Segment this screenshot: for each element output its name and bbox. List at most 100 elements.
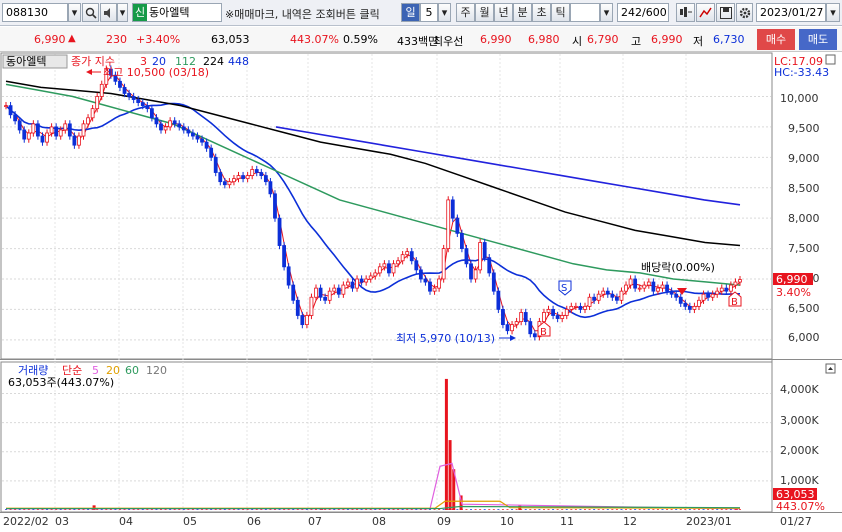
save-button[interactable] <box>716 3 735 22</box>
tab-minute[interactable]: 분 <box>513 3 532 22</box>
candle-body <box>200 138 204 143</box>
candle-body <box>687 305 692 310</box>
code-dropdown-button[interactable]: ▾ <box>68 3 81 22</box>
date-dropdown-button[interactable]: ▾ <box>826 3 840 22</box>
new-listing-badge: 신 <box>133 4 147 21</box>
speaker-dropdown-button[interactable]: ▾ <box>117 3 128 22</box>
low-price: 6,730 <box>713 33 745 46</box>
count-value: 242 <box>621 6 642 19</box>
candle-body <box>619 290 624 301</box>
volume-bar <box>684 509 687 510</box>
toolbar: 088130 ▾ ▾ 신 동아엘텍 ※매매마크, 내역은 조회버튼 클릭 일 5 … <box>0 0 842 26</box>
volume-bar <box>611 509 614 510</box>
candle-body <box>646 281 651 286</box>
candle-body <box>195 135 200 140</box>
up-arrow-icon: ▲ <box>68 33 76 44</box>
volume-bar <box>656 509 659 510</box>
candle-body <box>656 287 660 292</box>
candle-body <box>58 129 63 137</box>
candle-body <box>728 284 733 292</box>
speaker-button[interactable] <box>100 3 117 22</box>
volume-bar <box>497 509 500 510</box>
x-tick: 10 <box>500 515 514 528</box>
compare-button[interactable] <box>696 3 715 22</box>
candle-body <box>697 299 701 307</box>
tab-second[interactable]: 초 <box>532 3 551 22</box>
candle-body <box>532 333 537 338</box>
tick-range-dropdown-button[interactable]: ▾ <box>600 3 613 22</box>
volume-bar <box>456 509 459 510</box>
candle-body <box>122 86 127 94</box>
tab-year[interactable]: 년 <box>494 3 513 22</box>
stock-name-field[interactable]: 신 동아엘텍 <box>132 3 222 22</box>
date-input[interactable]: 2023/01/27 <box>756 3 826 22</box>
high-annotation: 최고 10,500 (03/18) <box>86 66 209 79</box>
candle-body <box>250 169 255 176</box>
volume-bar <box>547 509 550 510</box>
price-panel-menu-button[interactable] <box>825 54 836 65</box>
crosshair-button[interactable] <box>676 3 695 22</box>
volume-bar <box>638 509 641 510</box>
hc-label: HC:-33.43 <box>774 66 829 79</box>
candle-body <box>13 114 18 122</box>
chart-canvas[interactable]: 10,000 9,500 9,000 8,500 8,000 7,500 7,0… <box>0 52 842 529</box>
tab-week[interactable]: 주 <box>456 3 475 22</box>
volume-bar <box>716 509 719 510</box>
volume-bar <box>720 509 723 510</box>
volume-bar <box>501 509 504 510</box>
search-button[interactable] <box>82 3 99 22</box>
candle-body <box>642 284 647 289</box>
candle-body <box>738 279 742 283</box>
candle-body <box>72 135 77 146</box>
tab-tick[interactable]: 틱 <box>551 3 570 22</box>
volume-bar <box>583 509 586 510</box>
volume-bar <box>524 509 527 510</box>
x-axis-right-label: 01/27 <box>780 515 812 528</box>
chart-area[interactable]: 10,000 9,500 9,000 8,500 8,000 7,500 7,0… <box>0 52 842 529</box>
period-day-button[interactable]: 일 <box>401 3 420 22</box>
volume-bar <box>470 509 473 510</box>
candle-body <box>464 248 469 265</box>
candle-body <box>63 123 68 131</box>
volume-bar <box>625 509 628 510</box>
best-ask: 6,990 <box>480 33 512 46</box>
volume-bar <box>492 509 495 510</box>
chart-stock-name: 동아엘텍 <box>6 55 46 68</box>
candle-body <box>391 263 396 274</box>
candle-body <box>218 172 223 183</box>
volume-bar <box>538 509 541 510</box>
buy-button[interactable]: 매수 <box>757 29 795 50</box>
candle-body <box>455 217 460 234</box>
tab-month[interactable]: 월 <box>475 3 494 22</box>
candle-body <box>204 141 209 149</box>
stock-name: 동아엘텍 <box>149 6 190 19</box>
tick-range-input[interactable] <box>570 3 600 22</box>
candle-body <box>514 321 519 326</box>
candle-body <box>90 108 95 119</box>
volume-bar <box>597 509 600 510</box>
volume-bar <box>729 509 732 510</box>
candle-body <box>414 260 419 271</box>
volume-bar <box>675 509 678 510</box>
candle-body <box>245 175 250 180</box>
period-dropdown-button[interactable]: ▾ <box>438 3 451 22</box>
low-label: 저 <box>693 35 704 48</box>
stock-code-value: 088130 <box>6 6 48 19</box>
count-input[interactable]: 242/600 <box>617 3 669 22</box>
settings-button[interactable] <box>736 3 753 22</box>
volume-bar <box>570 509 573 510</box>
candle-body <box>286 266 291 286</box>
count-max: /600 <box>642 6 667 19</box>
sell-signal-text: S <box>561 283 567 294</box>
candle-body <box>318 287 323 298</box>
candle-body <box>22 129 27 140</box>
sell-button[interactable]: 매도 <box>799 29 837 50</box>
candle-body <box>309 296 314 316</box>
volume-bar <box>670 509 673 510</box>
stock-code-input[interactable]: 088130 <box>2 3 68 22</box>
candle-body <box>555 315 560 319</box>
period-value-input[interactable]: 5 <box>420 3 438 22</box>
volume-bar <box>711 509 714 510</box>
candle-body <box>605 290 610 295</box>
candle-body <box>578 305 583 310</box>
